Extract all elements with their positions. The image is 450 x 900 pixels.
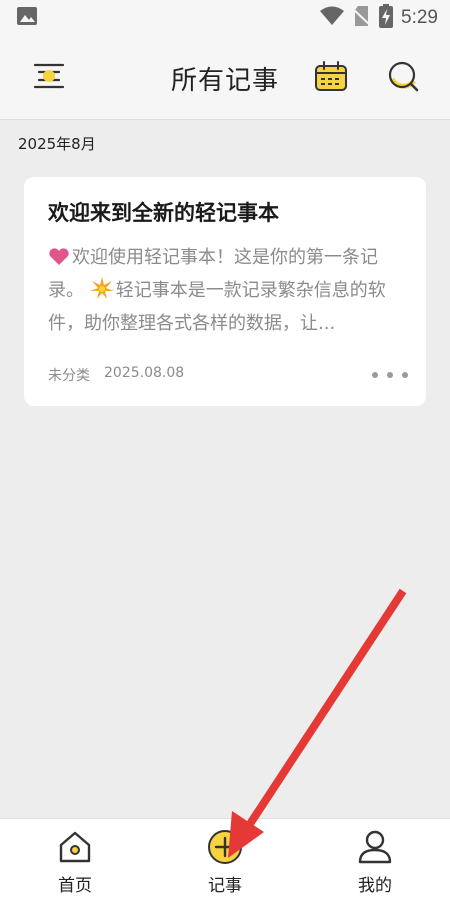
home-icon	[55, 827, 95, 867]
month-label: 2025年8月	[18, 135, 96, 153]
nav-home[interactable]: 首页	[0, 819, 150, 900]
calendar-icon	[314, 60, 348, 96]
wifi-icon	[319, 6, 345, 30]
note-meta: 未分类 2025.08.08	[48, 365, 184, 385]
no-sim-icon	[352, 5, 371, 31]
more-dot	[387, 372, 393, 378]
nav-home-label: 首页	[58, 876, 92, 896]
search-button[interactable]	[381, 56, 425, 100]
note-preview: 欢迎使用轻记事本！这是你的第一条记录。 轻记事本是一款记录繁杂信息的软件，助你整…	[48, 243, 406, 333]
note-title: 欢迎来到全新的轻记事本	[48, 201, 279, 225]
sparkle-emoji-icon	[89, 277, 114, 309]
note-category: 未分类	[48, 368, 90, 384]
nav-notes[interactable]: 记事	[150, 819, 300, 900]
more-options-button[interactable]	[372, 367, 408, 383]
app-header: 所有记事	[0, 36, 450, 120]
status-bar: 5:29	[0, 0, 450, 36]
more-dot	[402, 372, 408, 378]
gallery-icon	[16, 6, 38, 30]
nav-notes-label: 记事	[208, 876, 242, 896]
heart-emoji-icon	[48, 246, 70, 276]
more-dot	[372, 372, 378, 378]
add-note-icon	[205, 827, 245, 867]
nav-mine-label: 我的	[358, 876, 392, 896]
calendar-button[interactable]	[309, 56, 353, 100]
battery-charging-icon	[379, 4, 394, 32]
profile-icon	[355, 827, 395, 867]
search-icon	[386, 59, 420, 97]
note-date: 2025.08.08	[104, 365, 185, 381]
nav-mine[interactable]: 我的	[300, 819, 450, 900]
status-time: 5:29	[401, 7, 438, 28]
note-card[interactable]: 欢迎来到全新的轻记事本 欢迎使用轻记事本！这是你的第一条记录。 轻记事本是一款记…	[24, 177, 426, 406]
bottom-nav: 首页 记事 我的	[0, 818, 450, 900]
